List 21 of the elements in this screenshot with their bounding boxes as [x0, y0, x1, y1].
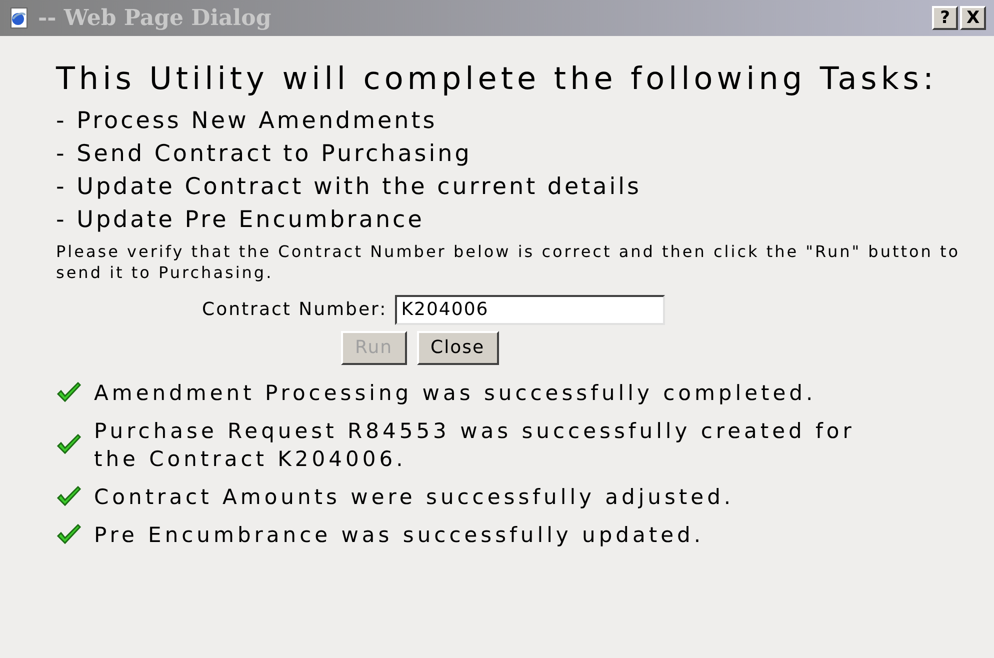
- dialog-button[interactable]: Close: [416, 330, 499, 364]
- instruction-text: Please verify that the Contract Number below is correct and then click the "Run" button to send it to Purchasing.: [56, 240, 962, 282]
- heading: This Utility will complete the following Tasks:: [56, 60, 938, 99]
- window-title: -- Web Page Dialog: [38, 4, 272, 32]
- contract-number-field[interactable]: K204006: [395, 294, 666, 324]
- task-item: - Process New Amendments: [56, 106, 438, 136]
- check-icon: [56, 434, 82, 456]
- check-icon: [56, 382, 82, 404]
- result-message: Pre Encumbrance was successfully updated.: [94, 522, 706, 548]
- check-icon: [56, 524, 82, 546]
- window-close-button[interactable]: X: [960, 6, 986, 30]
- result-message: Purchase Request R84553 was successfully created for the Contract K204006.: [94, 418, 856, 472]
- task-item: - Send Contract to Purchasing: [56, 140, 473, 168]
- task-item: - Update Contract with the current details: [56, 172, 643, 202]
- result-message: Amendment Processing was successfully completed.: [94, 380, 818, 406]
- check-icon: [56, 486, 82, 508]
- help-button[interactable]: ?: [932, 6, 958, 30]
- field-label: Contract Number:: [202, 298, 388, 322]
- task-item: - Update Pre Encumbrance: [56, 206, 426, 234]
- browser-icon: [8, 7, 30, 29]
- result-message: Contract Amounts were successfully adjusted.: [94, 484, 736, 510]
